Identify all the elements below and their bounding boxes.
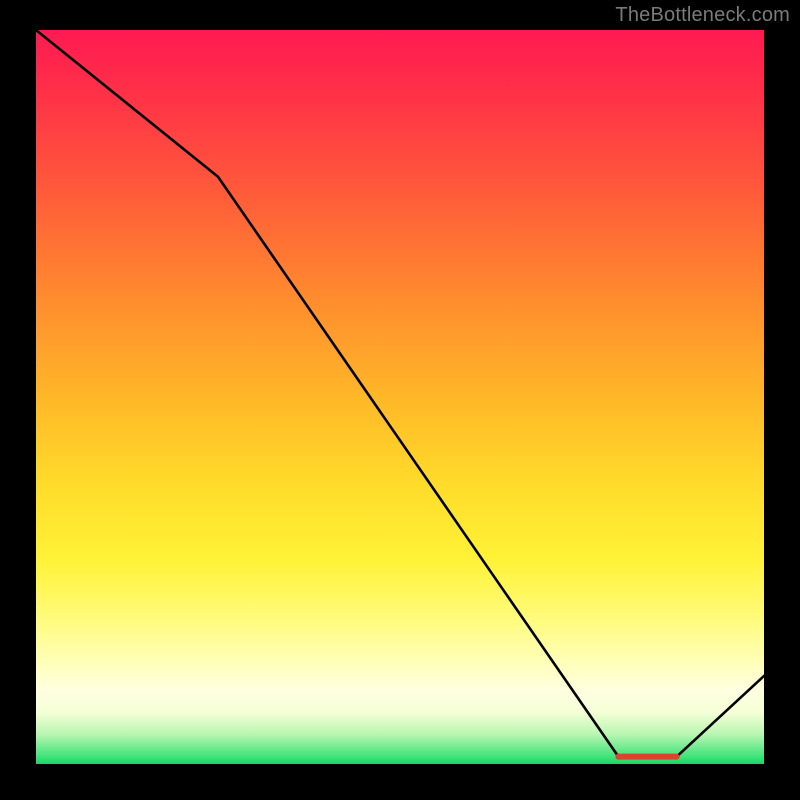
curve-path [36,30,764,757]
curve-svg [36,30,764,764]
chart-frame: TheBottleneck.com [0,0,800,800]
attribution-text: TheBottleneck.com [615,4,790,27]
plot-area [36,30,764,764]
